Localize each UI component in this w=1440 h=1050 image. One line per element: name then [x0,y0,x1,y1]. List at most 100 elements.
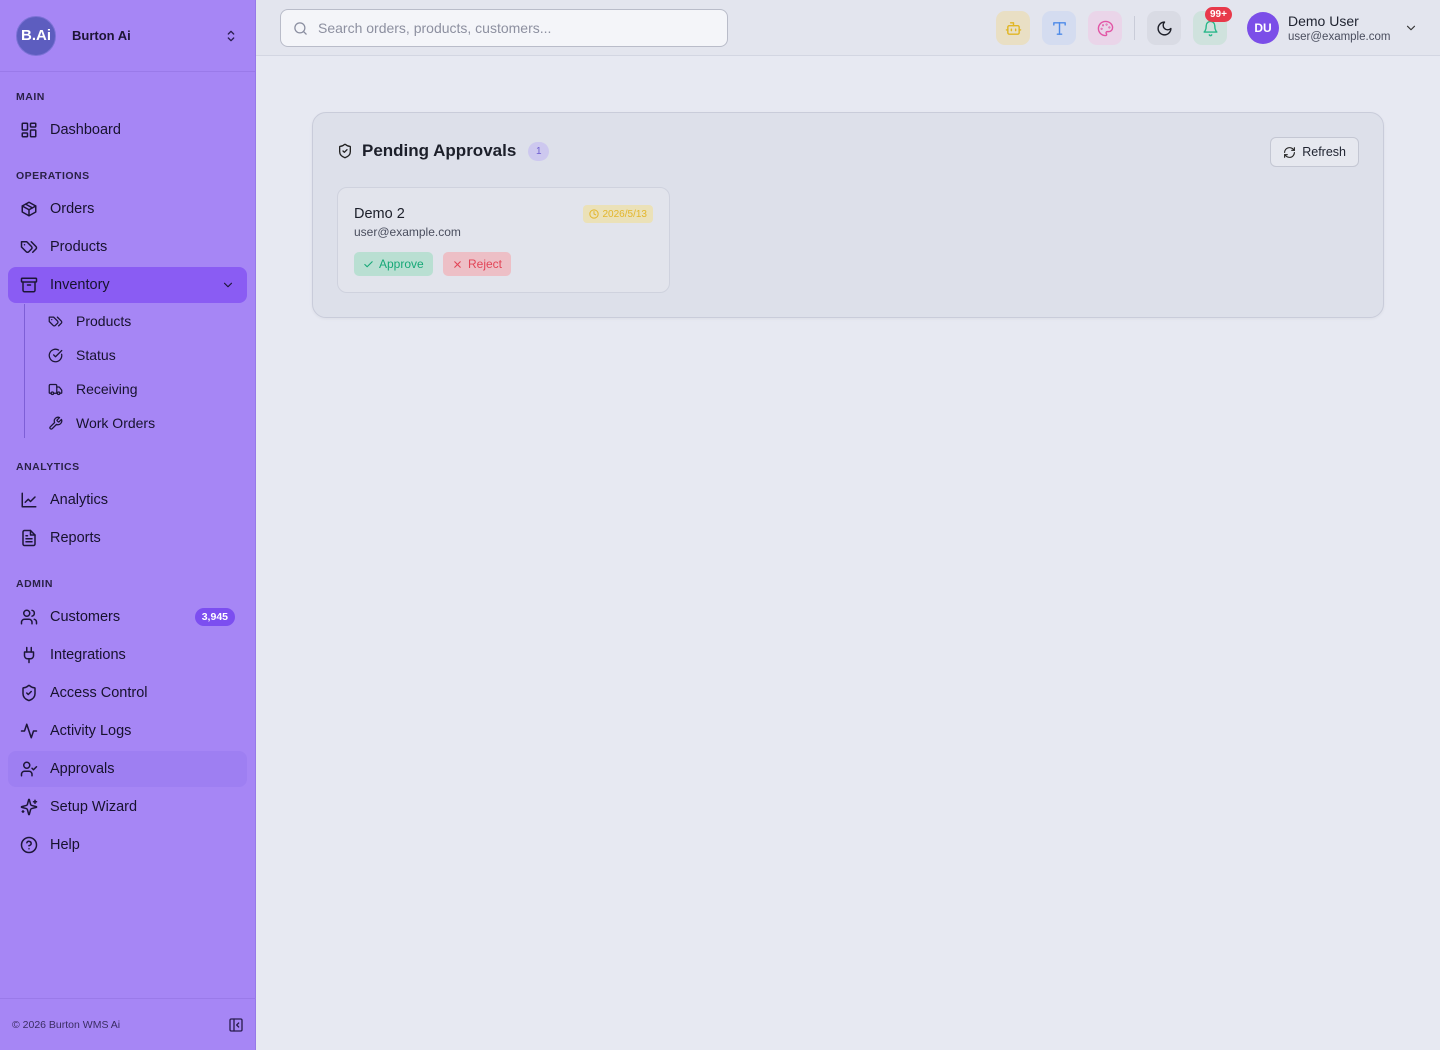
nav-label: Customers [50,609,121,625]
card-header: Pending Approvals 1 [337,141,550,161]
user-info: Demo User user@example.com [1288,13,1390,44]
palette-icon [1097,20,1113,36]
package-icon [21,201,37,217]
brand-switcher[interactable]: B.Ai Burton Ai [0,0,255,72]
line-chart-icon [21,492,37,508]
subnav-label: Status [76,347,116,363]
pending-count-badge: 1 [528,141,550,161]
truck-icon [48,383,63,395]
avatar: DU [1247,12,1279,44]
reject-button[interactable]: Reject [443,252,512,276]
section-label-analytics: ANALYTICS [16,461,80,473]
approve-label: Approve [379,257,424,271]
nav-label: Orders [50,201,95,217]
font-settings-button[interactable] [1042,11,1076,45]
ai-assistant-button[interactable] [996,11,1030,45]
brand-logo: B.Ai [16,15,56,56]
file-text-icon [22,529,36,547]
nav-label: Integrations [50,647,126,663]
user-name: Demo User [1288,12,1359,29]
search-input[interactable] [318,20,698,36]
nav-analytics[interactable]: Analytics [8,482,247,518]
section-label-operations: OPERATIONS [16,170,90,182]
approval-item: Demo 2 user@example.com 2026/5/13 Approv… [337,187,670,293]
brand-name: Burton Ai [72,28,131,43]
search-icon [294,21,307,35]
nav-label: Access Control [50,685,148,701]
archive-icon [20,277,38,293]
nav-label: Setup Wizard [50,799,138,815]
nav-activity-logs[interactable]: Activity Logs [8,713,247,749]
nav-inventory[interactable]: Inventory [8,267,247,303]
nav-label: Reports [50,530,101,546]
page-title: Pending Approvals [362,141,517,160]
nav-integrations[interactable]: Integrations [8,637,247,673]
copyright-text: © 2026 Burton WMS Ai [12,1018,121,1031]
reject-label: Reject [468,257,503,271]
refresh-label: Refresh [1302,145,1346,159]
nav-dashboard[interactable]: Dashboard [8,112,247,148]
nav-approvals[interactable]: Approvals [8,751,247,787]
user-menu[interactable]: DU Demo User user@example.com [1247,12,1418,44]
subnav-work-orders[interactable]: Work Orders [40,408,240,438]
subnav-label: Receiving [76,381,138,397]
check-icon [364,260,373,267]
approval-user-name: Demo 2 [354,206,405,222]
nav-label: Inventory [50,277,110,293]
header-divider [1134,16,1135,40]
nav-label: Approvals [50,761,115,777]
subnav-label: Products [76,313,132,329]
x-icon [454,260,461,268]
sparkles-icon [20,798,38,816]
moon-icon [1156,20,1172,36]
shield-check-icon [22,684,36,702]
nav-reports[interactable]: Reports [8,520,247,556]
wrench-icon [49,416,63,430]
subnav-receiving[interactable]: Receiving [40,374,240,404]
nav-label: Help [50,837,80,853]
check-circle-icon [48,348,63,362]
top-header: 99+ DU Demo User user@example.com [256,0,1440,56]
refresh-icon [1284,146,1296,158]
shield-check-icon [339,143,351,159]
approval-date: 2026/5/13 [602,208,648,220]
approve-button[interactable]: Approve [354,252,433,276]
sidebar-footer: © 2026 Burton WMS Ai [0,998,256,1050]
robot-icon [1005,21,1021,35]
nav-setup-wizard[interactable]: Setup Wizard [8,789,247,825]
dark-mode-toggle[interactable] [1147,11,1181,45]
nav-label: Products [50,239,108,255]
submenu-guide-line [24,304,25,438]
nav-customers[interactable]: Customers 3,945 [8,599,247,635]
sidebar: B.Ai Burton Ai MAIN Dashboard OPERATIONS… [0,0,256,1050]
section-label-admin: ADMIN [16,578,53,590]
nav-orders[interactable]: Orders [8,191,247,227]
type-icon [1052,21,1066,35]
tags-icon [48,316,63,326]
nav-help[interactable]: Help [8,827,247,863]
bell-icon [1202,20,1218,36]
users-icon [20,609,38,625]
chevron-down-icon [1407,25,1416,31]
search-box[interactable] [280,9,728,47]
help-circle-icon [20,836,38,854]
chevron-down-icon [223,282,233,288]
subnav-status[interactable]: Status [40,340,240,370]
plug-icon [23,646,35,664]
chevron-up-down-icon [227,30,235,41]
activity-icon [20,723,38,739]
nav-label: Analytics [50,492,109,508]
subnav-products[interactable]: Products [40,306,240,336]
subnav-label: Work Orders [76,415,156,431]
user-email: user@example.com [1288,30,1391,43]
tags-icon [20,241,38,253]
refresh-button[interactable]: Refresh [1270,137,1359,167]
theme-palette-button[interactable] [1088,11,1122,45]
dashboard-icon [21,122,37,138]
nav-access-control[interactable]: Access Control [8,675,247,711]
nav-label: Activity Logs [50,723,132,739]
collapse-sidebar-icon[interactable] [228,1017,244,1033]
pending-approvals-card: Pending Approvals 1 Refresh Demo 2 user@… [312,112,1384,318]
section-label-main: MAIN [16,91,45,103]
nav-products[interactable]: Products [8,229,247,265]
